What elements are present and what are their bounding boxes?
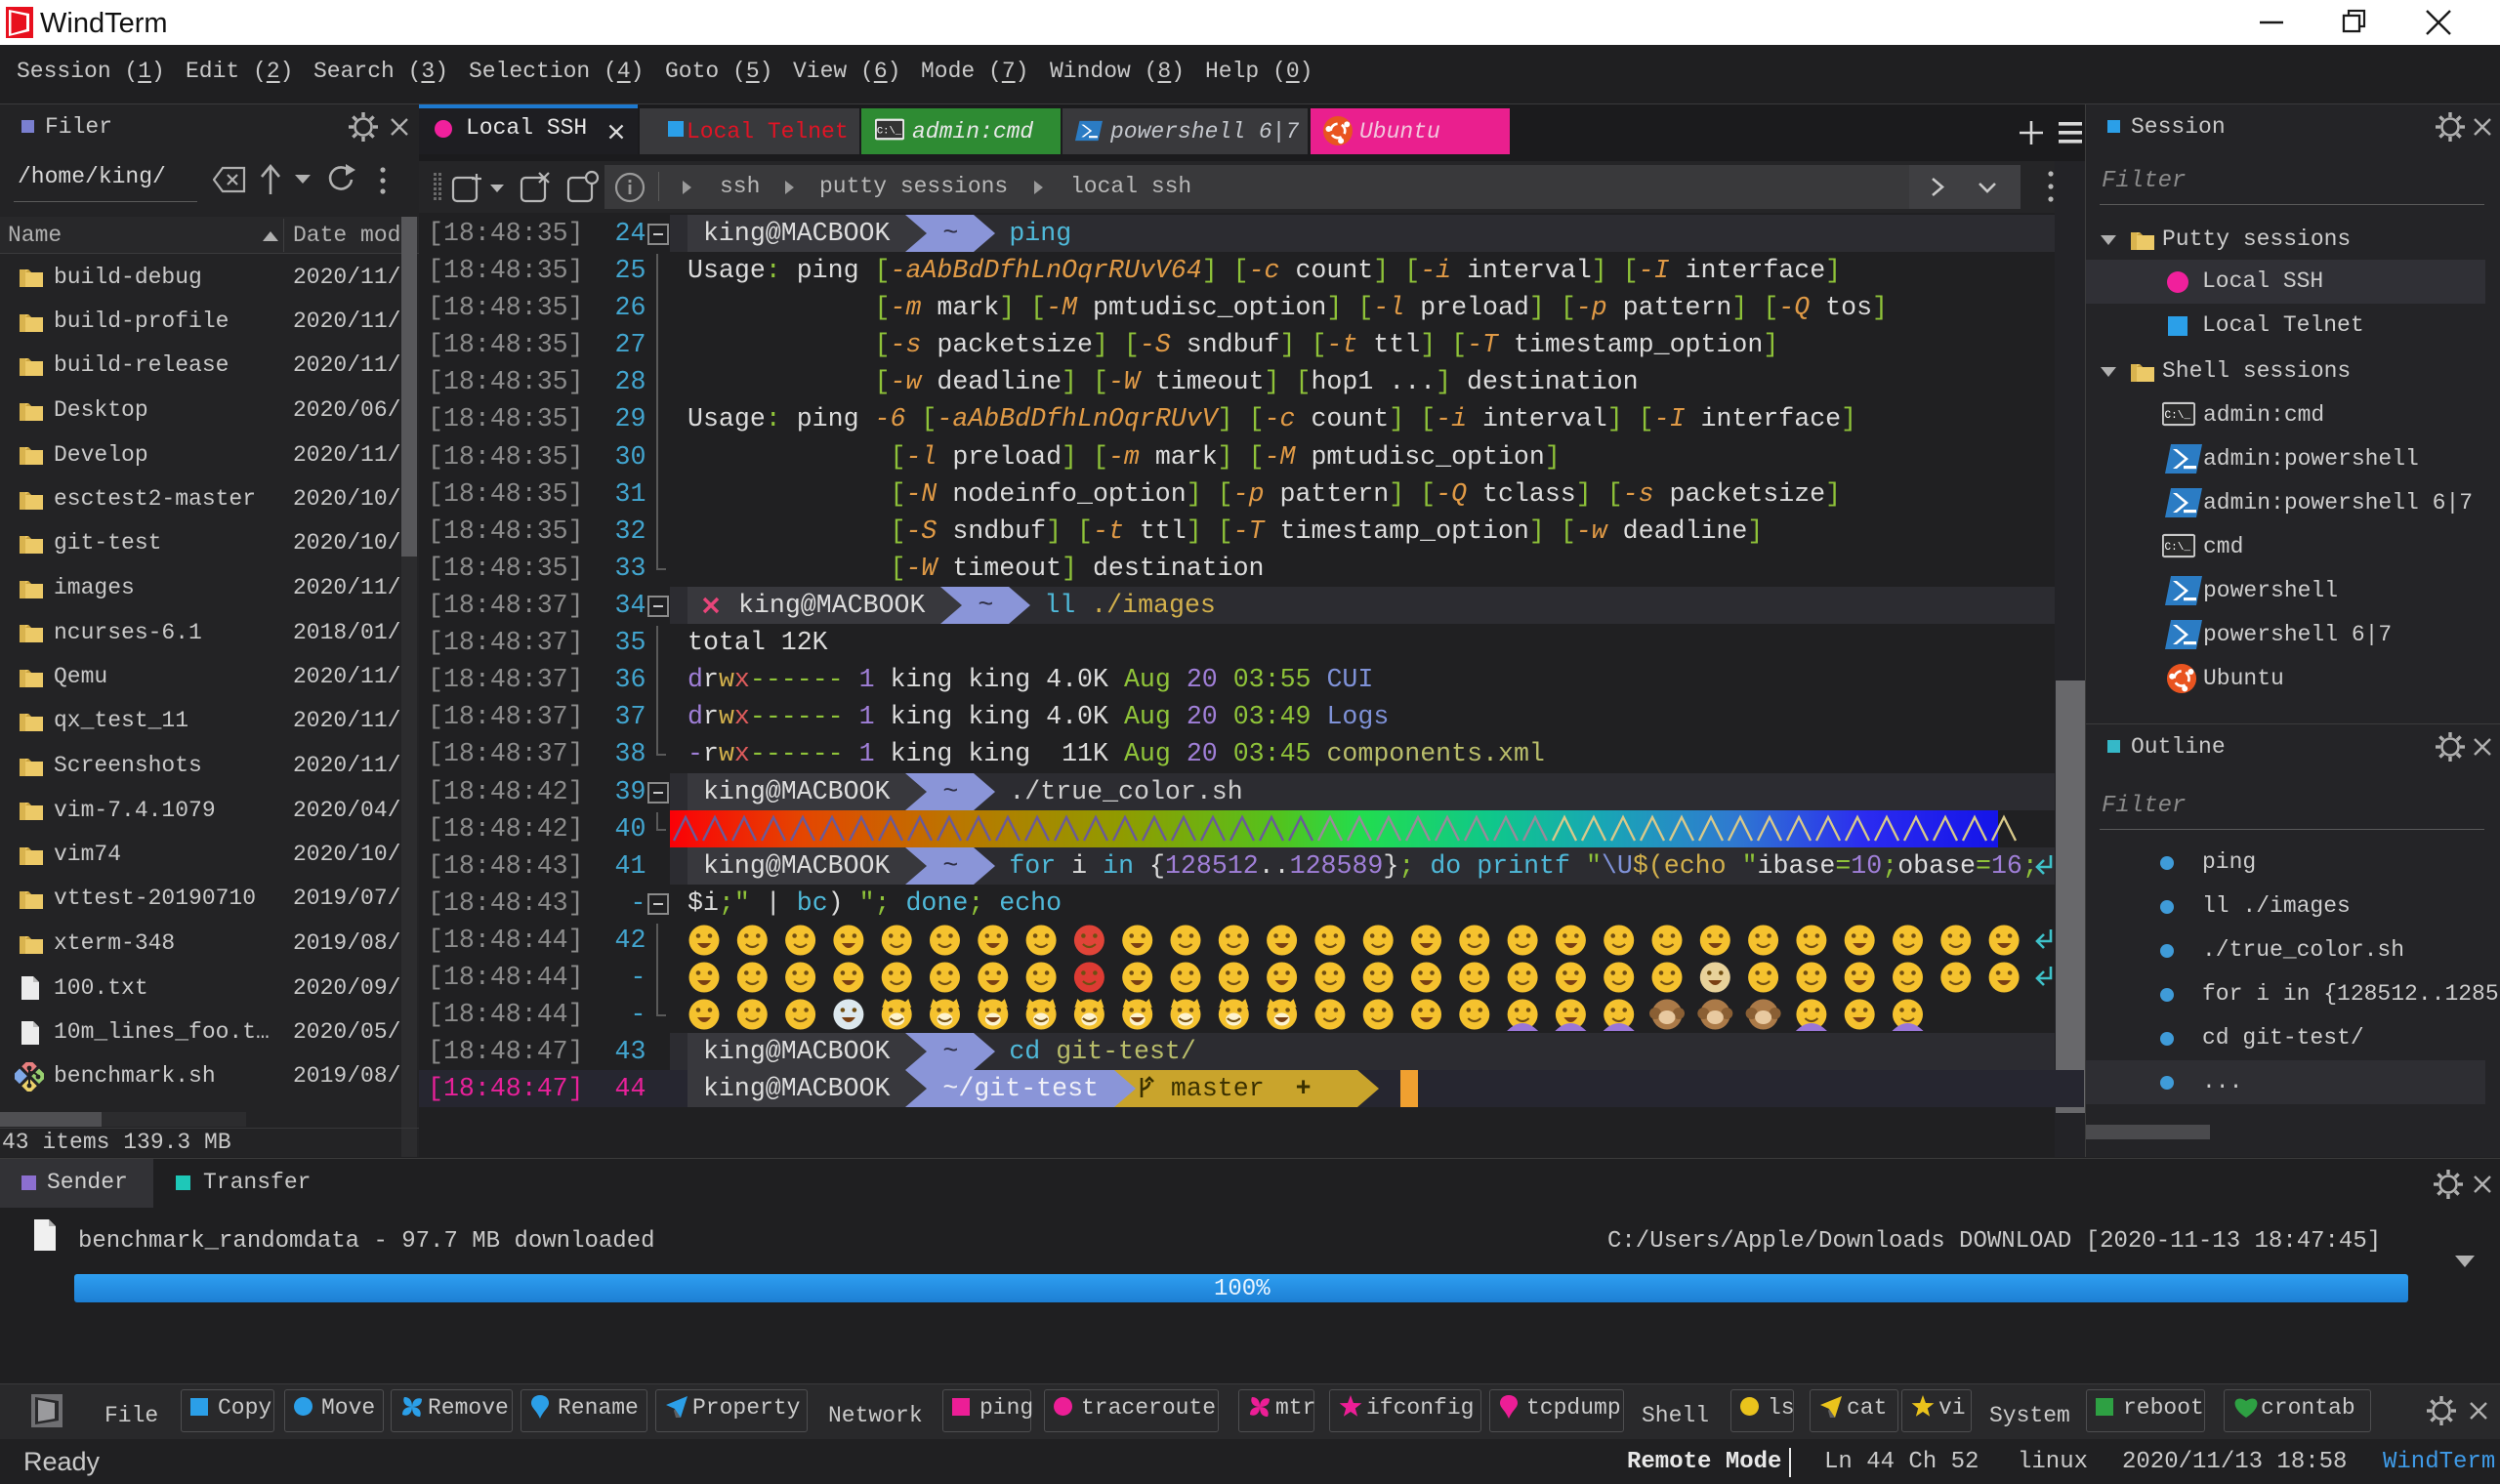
svg-text:C:\_: C:\_	[2165, 410, 2191, 422]
svg-text:C:\_: C:\_	[877, 126, 902, 138]
svg-text:C:\_: C:\_	[2165, 542, 2191, 554]
